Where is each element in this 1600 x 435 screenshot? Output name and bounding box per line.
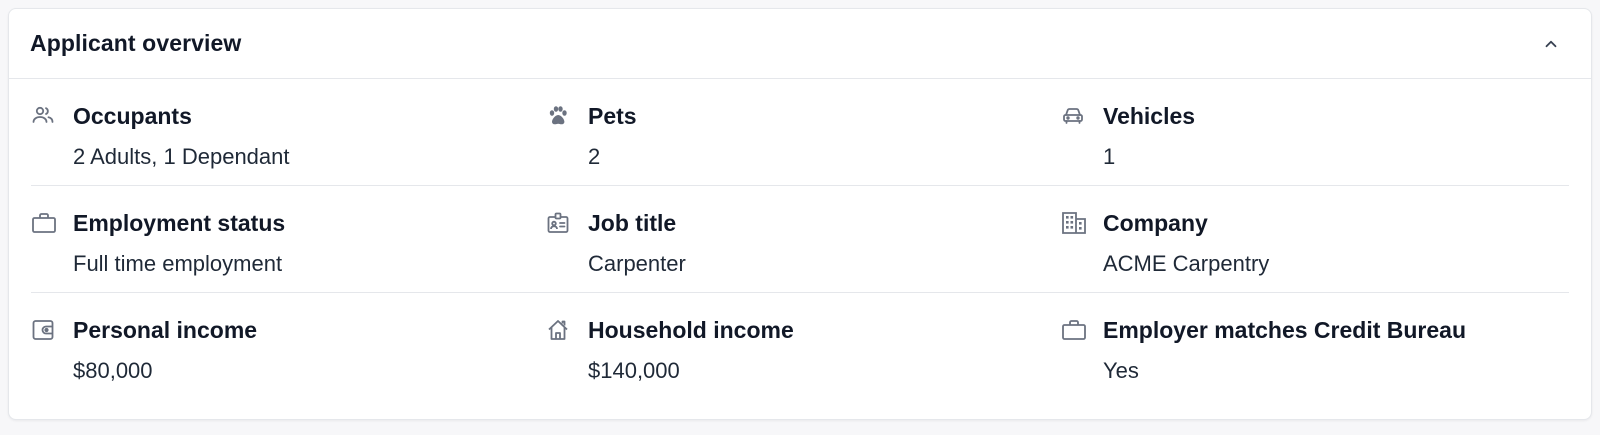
item-label: Company	[1103, 210, 1208, 236]
item-label: Employment status	[73, 210, 286, 236]
item-value: ACME Carpentry	[1103, 251, 1270, 276]
overview-item-household-income: Household income $140,000	[546, 293, 1061, 400]
item-value: Full time employment	[73, 251, 283, 276]
collapse-button[interactable]	[1535, 28, 1567, 60]
overview-item-job-title: Job title Carpenter	[546, 186, 1061, 292]
overview-item-vehicles: Vehicles 1	[1061, 79, 1569, 185]
overview-item-company: Company ACME Carpentry	[1061, 186, 1569, 292]
house-icon	[546, 315, 588, 400]
paw-icon	[546, 101, 588, 185]
overview-item-pets: Pets 2	[546, 79, 1061, 185]
card-header[interactable]: Applicant overview	[9, 9, 1591, 79]
overview-row: Personal income $80,000 Household income…	[31, 293, 1569, 400]
briefcase-icon	[1061, 315, 1103, 400]
item-label: Occupants	[73, 103, 192, 129]
id-badge-icon	[546, 208, 588, 292]
item-label: Pets	[588, 103, 637, 129]
overview-item-employment-status: Employment status Full time employment	[31, 186, 546, 292]
wallet-icon	[31, 315, 73, 400]
item-value: $80,000	[73, 358, 153, 383]
item-label: Employer matches Credit Bureau	[1103, 317, 1467, 343]
item-value: Yes	[1103, 358, 1139, 383]
item-label: Vehicles	[1103, 103, 1196, 129]
overview-item-employer-match: Employer matches Credit Bureau Yes	[1061, 293, 1569, 400]
overview-grid: Occupants 2 Adults, 1 Dependant Pets 2 V…	[9, 79, 1591, 400]
item-value: 1	[1103, 144, 1116, 169]
applicant-overview-card: Applicant overview Occupants 2 Adults, 1…	[8, 8, 1592, 420]
overview-row: Employment status Full time employment J…	[31, 186, 1569, 293]
overview-item-personal-income: Personal income $80,000	[31, 293, 546, 400]
item-label: Job title	[588, 210, 677, 236]
item-value: 2	[588, 144, 601, 169]
chevron-up-icon	[1545, 40, 1557, 47]
card-title: Applicant overview	[30, 30, 242, 56]
overview-item-occupants: Occupants 2 Adults, 1 Dependant	[31, 79, 546, 185]
building-icon	[1061, 208, 1103, 292]
item-value: 2 Adults, 1 Dependant	[73, 144, 290, 169]
briefcase-icon	[31, 208, 73, 292]
car-icon	[1061, 101, 1103, 185]
item-label: Personal income	[73, 317, 258, 343]
item-value: Carpenter	[588, 251, 686, 276]
users-icon	[31, 101, 73, 185]
item-label: Household income	[588, 317, 794, 343]
item-value: $140,000	[588, 358, 680, 383]
overview-row: Occupants 2 Adults, 1 Dependant Pets 2 V…	[31, 79, 1569, 186]
